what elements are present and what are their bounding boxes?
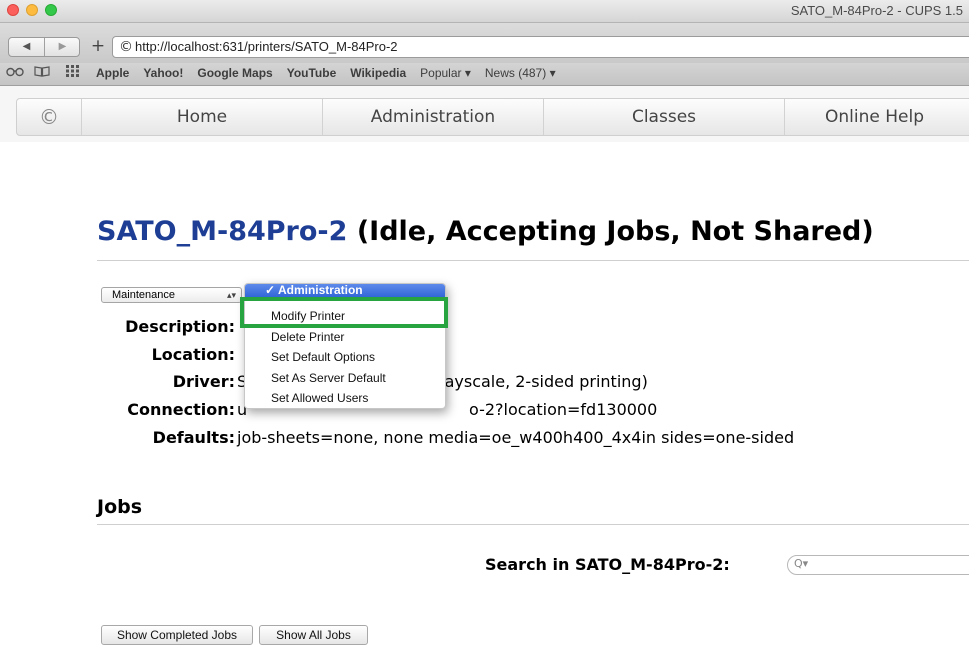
bookmark-youtube[interactable]: YouTube [287,66,337,80]
reading-glasses-icon[interactable] [6,65,24,83]
bookmark-wikipedia[interactable]: Wikipedia [350,66,406,80]
cups-nav-bar: © Home Administration Classes Online Hel… [16,98,969,136]
back-forward-group: ◀ ▶ [8,37,80,57]
address-bar[interactable]: © http://localhost:631/printers/SATO_M-8… [112,36,969,58]
back-button[interactable]: ◀ [9,38,45,56]
show-completed-jobs-button[interactable]: Show Completed Jobs [101,625,253,645]
bookmarks-book-icon[interactable] [34,65,50,83]
forward-button[interactable]: ▶ [45,38,80,56]
window-title-bar: SATO_M-84Pro-2 - CUPS 1.5 [0,0,969,23]
driver-value-end: rayscale, 2-sided printing) [438,372,648,391]
search-label: Search in SATO_M-84Pro-2: [485,555,730,574]
description-label: Description: [125,317,235,336]
bookmark-items: Apple Yahoo! Google Maps YouTube Wikiped… [96,66,556,80]
bookmark-google-maps[interactable]: Google Maps [197,66,272,80]
select-arrows-icon: ▴▾ [226,290,236,300]
printer-status: (Idle, Accepting Jobs, Not Shared) [356,216,874,247]
page-title: SATO_M-84Pro-2 (Idle, Accepting Jobs, No… [97,216,874,247]
menu-item-set-default-options[interactable]: Set Default Options [271,350,375,364]
top-sites-grid-icon[interactable] [66,65,80,83]
bookmarks-bar: Apple Yahoo! Google Maps YouTube Wikiped… [0,63,969,86]
maintenance-select[interactable]: Maintenance ▴▾ [101,287,242,303]
connection-value-end: o-2?location=fd130000 [469,400,658,419]
jobs-divider [97,524,969,525]
menu-item-set-as-server-default[interactable]: Set As Server Default [271,371,386,385]
nav-administration[interactable]: Administration [323,99,544,135]
defaults-label: Defaults: [152,428,235,447]
cups-header: © Home Administration Classes Online Hel… [0,86,969,142]
nav-home[interactable]: Home [82,99,323,135]
location-label: Location: [151,345,235,364]
highlight-box [240,297,448,328]
title-divider [97,260,969,261]
search-icon: Q▾ [794,557,809,570]
defaults-value: job-sheets=none, none media=oe_w400h400_… [237,428,795,447]
bookmark-news-menu[interactable]: News (487) ▾ [485,66,556,80]
show-all-jobs-button[interactable]: Show All Jobs [259,625,368,645]
driver-label: Driver: [172,372,235,391]
jobs-heading: Jobs [97,496,143,518]
printer-name-link[interactable]: SATO_M-84Pro-2 [97,216,347,247]
menu-item-set-allowed-users[interactable]: Set Allowed Users [271,391,368,405]
maintenance-select-value: Maintenance [112,289,175,301]
menu-item-delete-printer[interactable]: Delete Printer [271,330,344,344]
cups-logo-icon[interactable]: © [17,99,82,135]
nav-online-help[interactable]: Online Help [785,99,969,135]
cups-site-icon: © [119,39,133,55]
nav-classes[interactable]: Classes [544,99,785,135]
bookmark-popular-menu[interactable]: Popular ▾ [420,66,471,80]
browser-toolbar: ◀ ▶ + © http://localhost:631/printers/SA… [0,23,969,64]
new-tab-button[interactable]: + [88,36,108,56]
url-text[interactable]: http://localhost:631/printers/SATO_M-84P… [135,37,398,57]
search-input[interactable]: Q▾ [787,555,969,575]
connection-label: Connection: [127,400,235,419]
bookmark-apple[interactable]: Apple [96,66,129,80]
window-title: SATO_M-84Pro-2 - CUPS 1.5 [790,3,963,18]
bookmark-yahoo[interactable]: Yahoo! [143,66,183,80]
